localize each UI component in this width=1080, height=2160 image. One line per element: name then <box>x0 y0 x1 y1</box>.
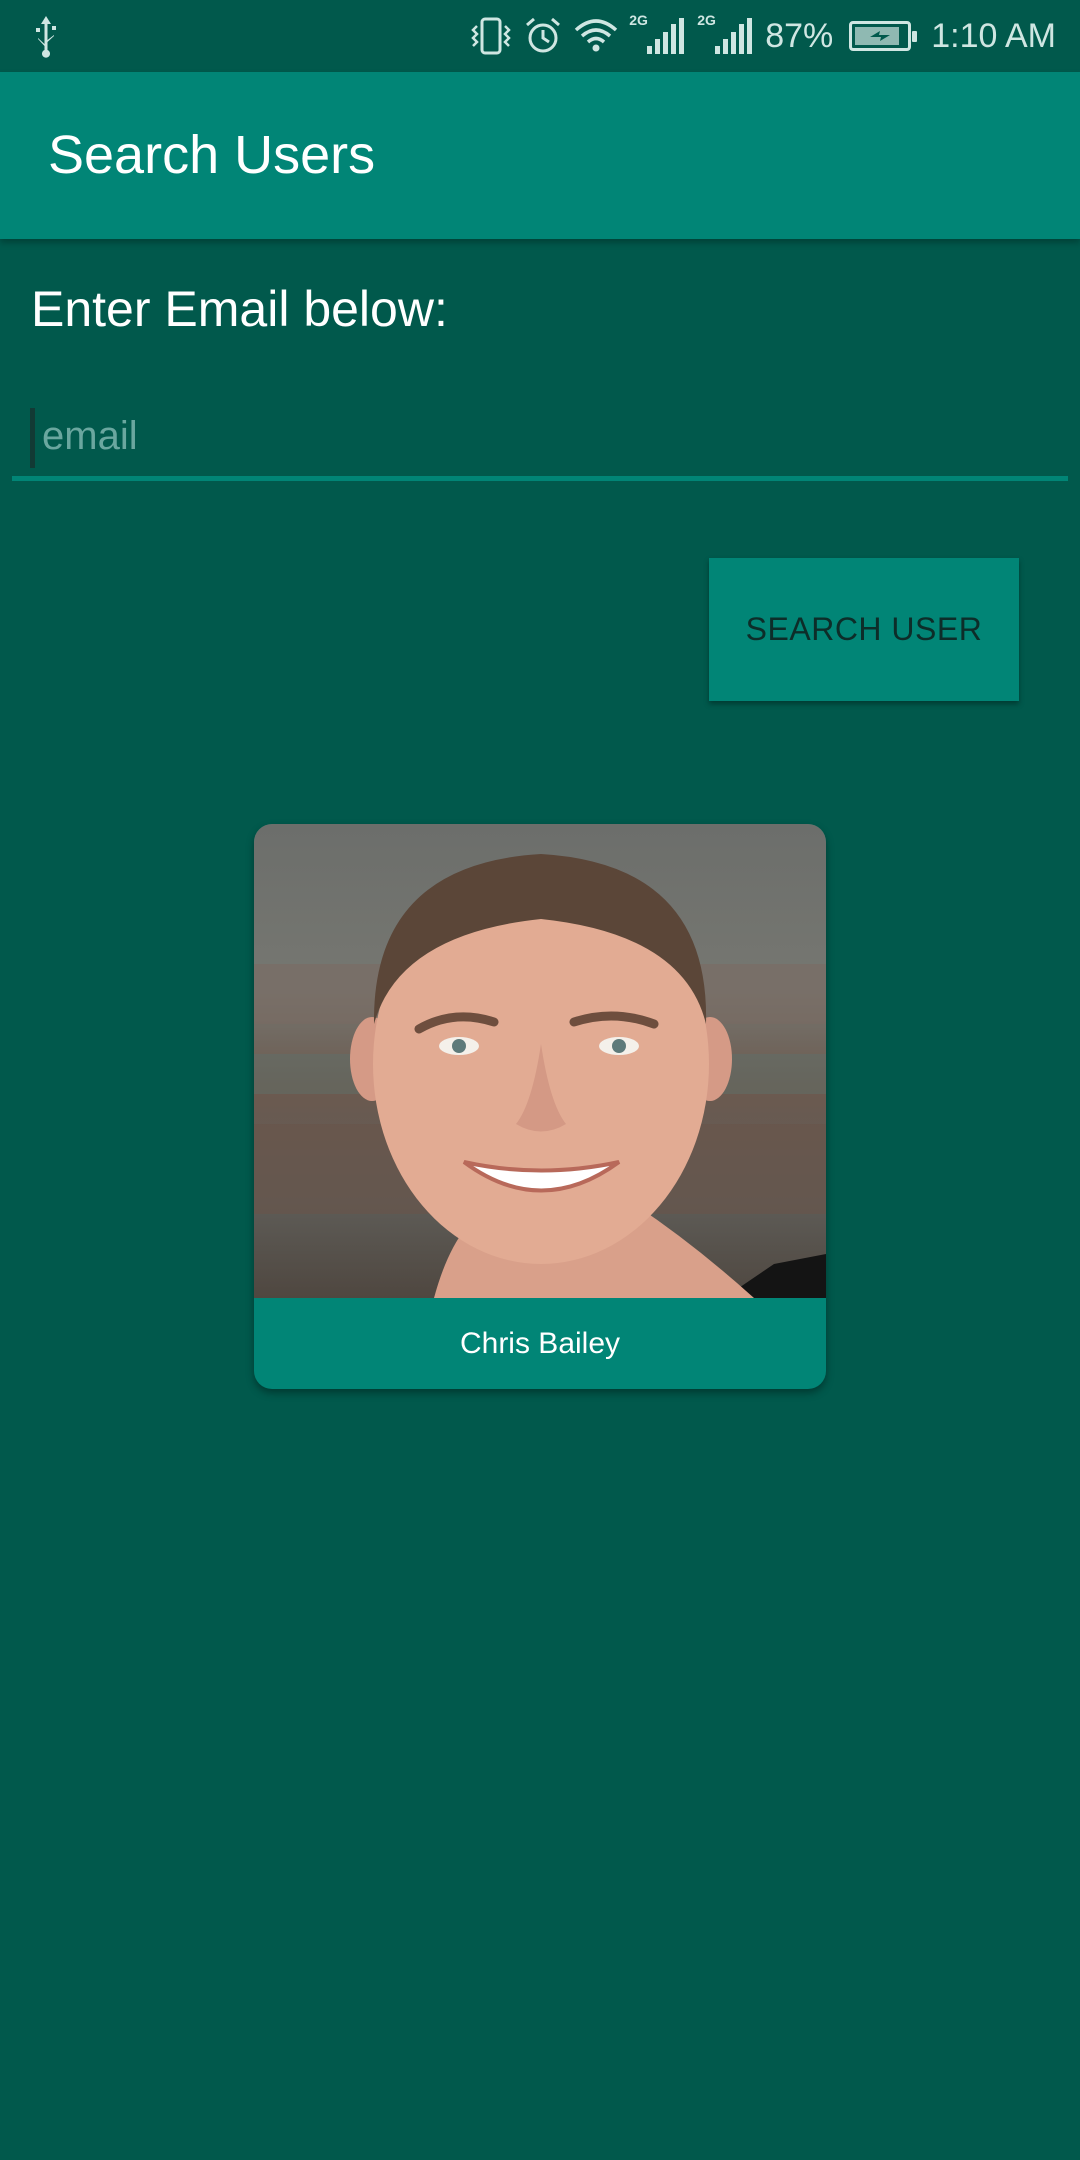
signal-2g-1: 2G <box>629 12 687 58</box>
user-photo <box>254 824 826 1298</box>
user-photo-illustration <box>254 854 826 1298</box>
alarm-icon <box>526 17 561 53</box>
status-icons: 2G 2G 87% 1:10 AM <box>469 0 1056 72</box>
user-card[interactable]: Chris Bailey <box>254 824 826 1389</box>
battery-charging-icon <box>849 21 918 51</box>
charging-bolt-icon <box>870 31 891 41</box>
wifi-icon <box>575 19 618 52</box>
status-bar: 2G 2G 87% 1:10 AM <box>0 0 1080 72</box>
email-prompt-label: Enter Email below: <box>31 281 448 337</box>
signal-icon <box>715 18 753 54</box>
vibrate-icon <box>471 17 511 55</box>
search-user-button[interactable]: SEARCH USER <box>709 558 1019 701</box>
signal-2g-2: 2G <box>697 12 755 58</box>
text-cursor <box>30 408 35 468</box>
email-field[interactable] <box>29 400 1042 472</box>
usb-icon <box>36 16 56 58</box>
app-bar: Search Users <box>0 72 1080 239</box>
user-name: Chris Bailey <box>459 1327 621 1360</box>
battery-percent: 87% <box>765 16 834 55</box>
clock: 1:10 AM <box>931 16 1056 55</box>
page-title: Search Users <box>48 125 376 185</box>
email-field-container <box>12 400 1068 481</box>
signal-icon <box>647 18 685 54</box>
